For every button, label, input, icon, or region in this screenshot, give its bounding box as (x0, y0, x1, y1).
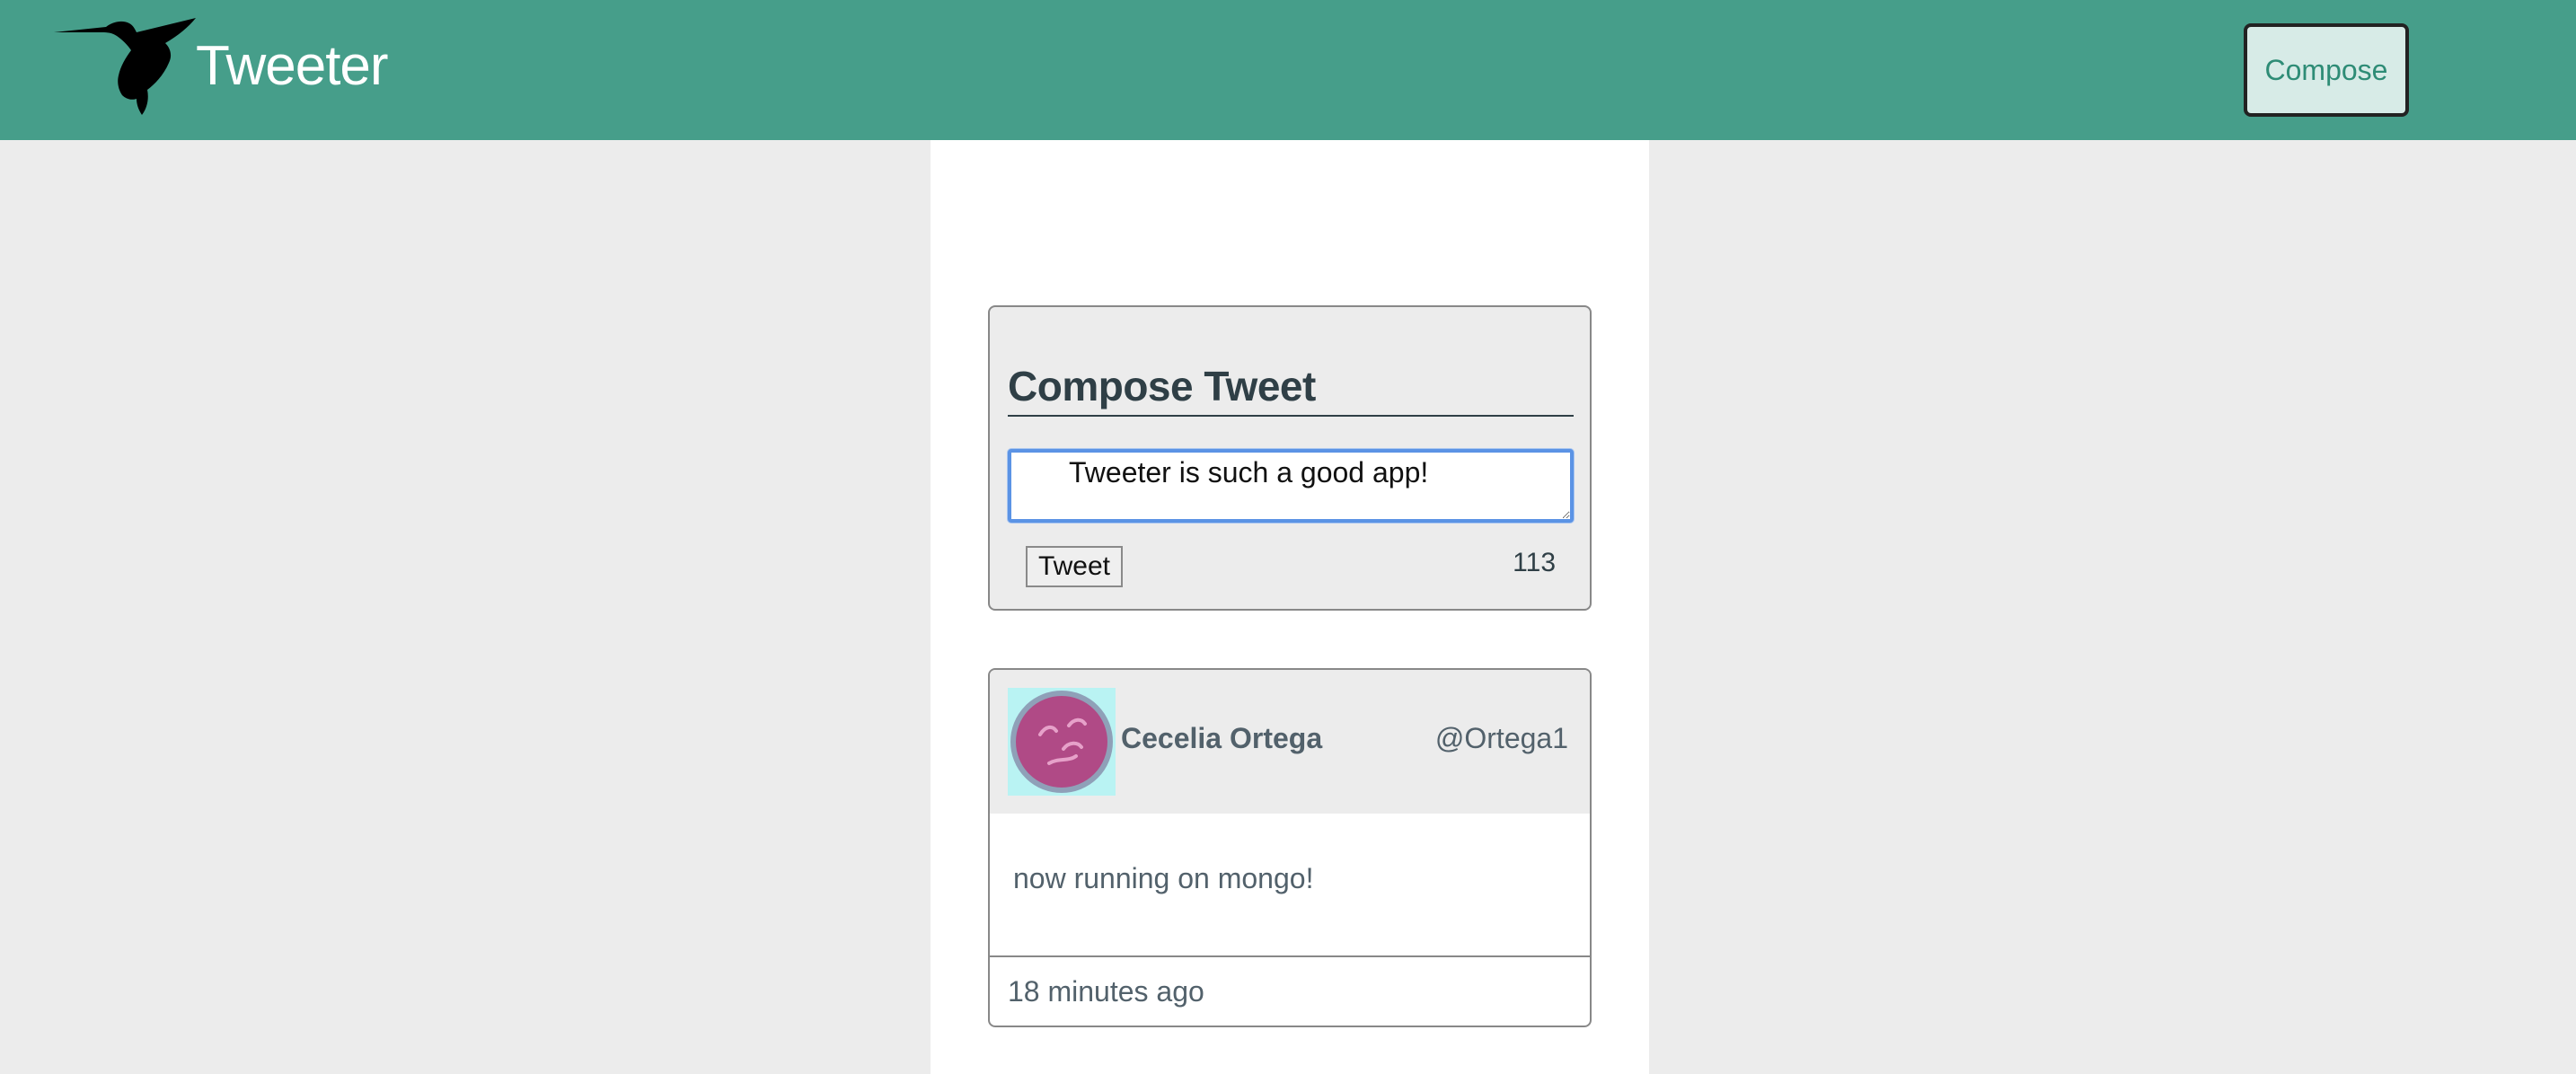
tweet-card: Cecelia Ortega @Ortega1 now running on m… (988, 668, 1592, 1027)
top-navbar: Tweeter Compose (0, 0, 2576, 140)
tweet-submit-button[interactable]: Tweet (1026, 546, 1123, 587)
tweet-author-handle: @Ortega1 (1434, 722, 1568, 754)
compose-tweet-form: Compose Tweet Tweeter is such a good app… (988, 305, 1592, 611)
tweet-author-name: Cecelia Ortega (1121, 722, 1323, 754)
tweet-footer: 18 minutes ago (990, 955, 1590, 1026)
brand-title: Tweeter (196, 35, 389, 97)
character-counter: 113 (1513, 548, 1556, 577)
tweet-text-input[interactable]: Tweeter is such a good app! (1008, 449, 1574, 523)
compose-heading: Compose Tweet (1008, 359, 1574, 417)
tweet-header: Cecelia Ortega @Ortega1 (990, 670, 1590, 814)
tweet-timestamp: 18 minutes ago (1008, 975, 1204, 1008)
tweet-body-text: now running on mongo! (1013, 862, 1314, 894)
hummingbird-logo-icon (54, 13, 198, 117)
compose-nav-button[interactable]: Compose (2244, 23, 2409, 117)
user-avatar-icon (1008, 688, 1116, 796)
